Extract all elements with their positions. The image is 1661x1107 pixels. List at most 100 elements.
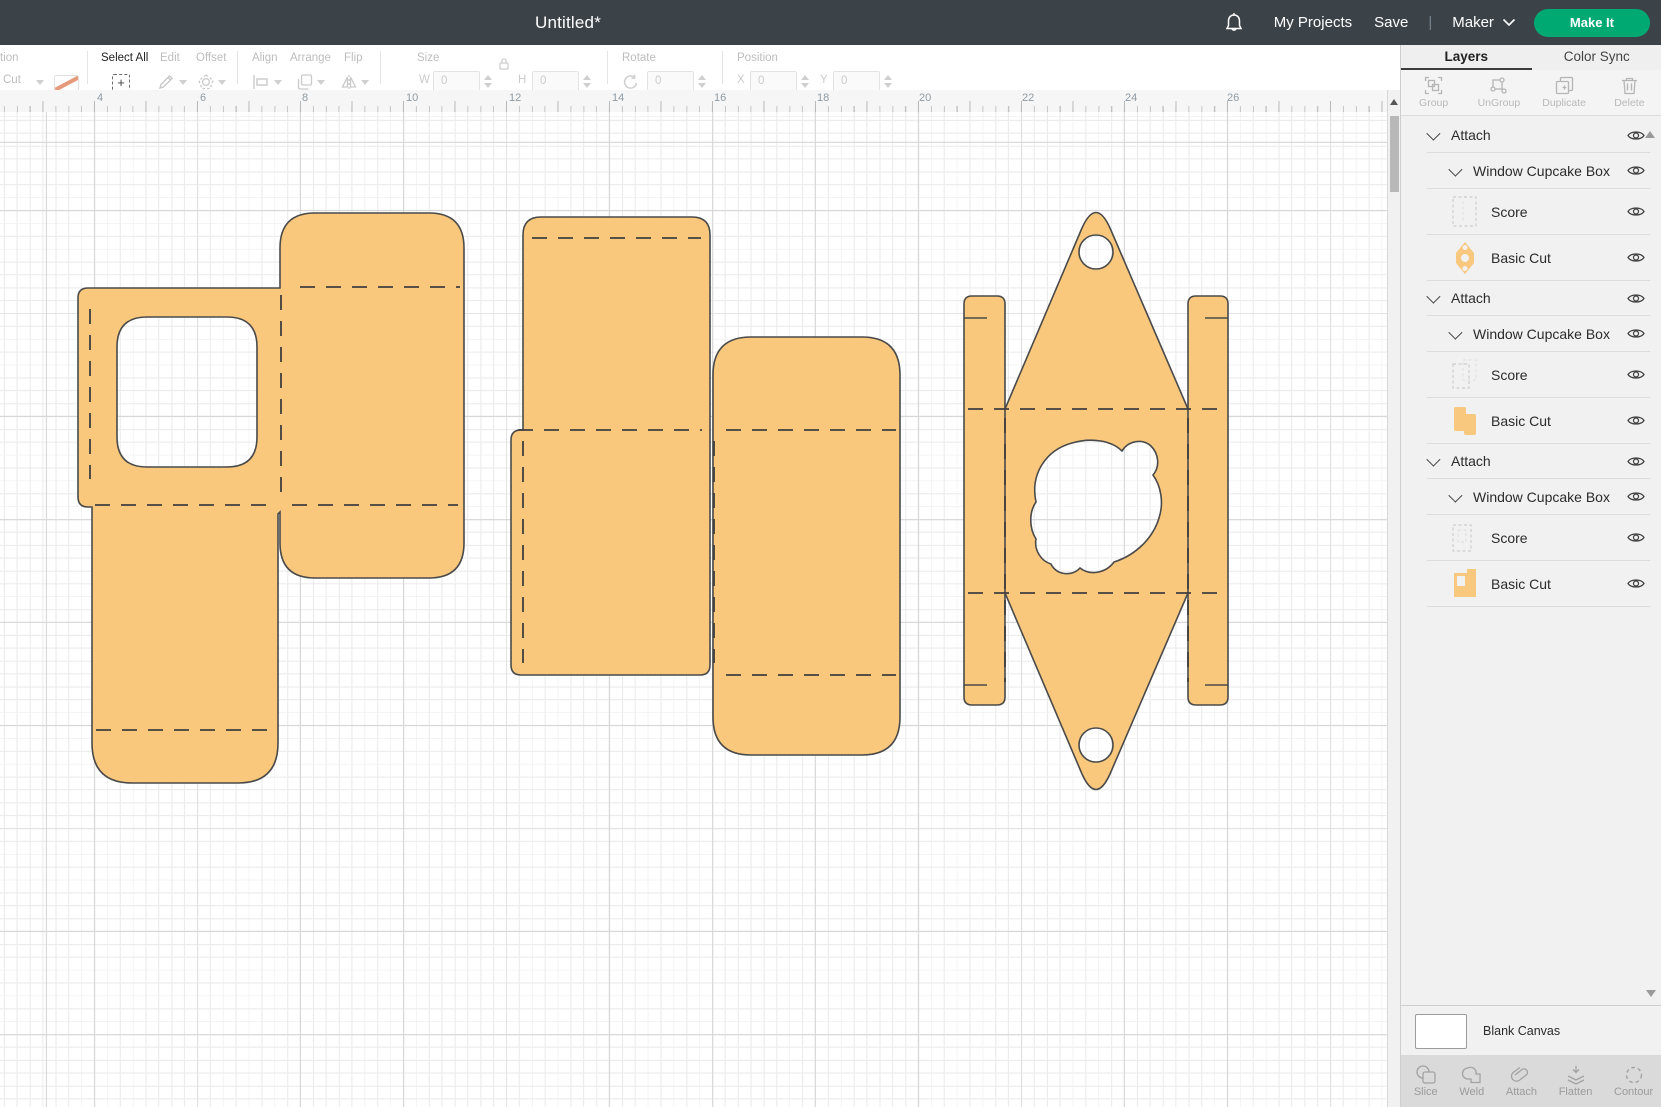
ungroup-button[interactable]: UnGroup [1466,70,1531,115]
tab-layers[interactable]: Layers [1401,45,1532,70]
x-stepper[interactable] [798,71,811,92]
scrollbar-handle[interactable] [1390,116,1399,192]
visibility-eye-icon[interactable] [1627,129,1645,142]
visibility-eye-icon[interactable] [1627,490,1645,503]
group-button[interactable]: Group [1401,70,1466,115]
arrange-label: Arrange [290,52,331,64]
ruler-number: 16 [714,92,726,104]
operation-color-swatch[interactable] [54,75,79,91]
ruler-number: 24 [1125,92,1137,104]
width-stepper[interactable] [481,71,494,92]
visibility-eye-icon[interactable] [1627,164,1645,177]
operation-dropdown[interactable]: Cut [3,74,21,86]
visibility-eye-icon[interactable] [1627,531,1645,544]
operation-caret-icon[interactable] [36,80,44,85]
duplicate-button[interactable]: Duplicate [1532,70,1597,115]
canvas-shape-window-cupcake-box-3[interactable] [964,213,1228,790]
height-stepper[interactable] [580,71,593,92]
item-row-label: Window Cupcake Box [1473,326,1610,342]
rotate-icon[interactable] [622,73,640,91]
width-input[interactable]: 0 [433,71,480,92]
height-input[interactable]: 0 [532,71,579,92]
weld-button[interactable]: Weld [1459,1065,1484,1098]
layer-basic-cut[interactable]: Basic Cut [1427,235,1650,281]
delete-button[interactable]: Delete [1597,70,1661,115]
canvas-shape-window-cupcake-box-2[interactable] [511,217,900,755]
attach-button[interactable]: Attach [1506,1065,1537,1098]
y-label: Y [820,74,828,86]
offset-icon[interactable] [197,73,215,91]
layer-item-window-cupcake-box[interactable]: Window Cupcake Box [1427,153,1650,189]
make-it-button[interactable]: Make It [1534,9,1650,37]
visibility-eye-icon[interactable] [1627,577,1645,590]
ruler-number: 12 [509,92,521,104]
scrollbar-up-arrow-icon[interactable] [1390,99,1398,105]
layer-basic-cut[interactable]: Basic Cut [1427,561,1650,607]
chevron-down-icon[interactable] [1448,325,1462,339]
layer-row-label: Basic Cut [1491,413,1551,429]
list-scroll-down-icon[interactable] [1646,990,1656,997]
contour-button[interactable]: Contour [1614,1065,1653,1098]
notifications-bell-icon[interactable] [1224,12,1244,34]
basic-cut-thumbnail [1451,567,1479,601]
layer-item-window-cupcake-box[interactable]: Window Cupcake Box [1427,479,1650,515]
chevron-down-icon[interactable] [1448,488,1462,502]
x-input[interactable]: 0 [750,71,797,92]
weld-label: Weld [1459,1086,1484,1098]
offset-label: Offset [196,52,226,64]
my-projects-link[interactable]: My Projects [1274,14,1352,31]
size-lock-icon[interactable] [497,57,511,71]
arrange-icon[interactable] [296,73,314,91]
save-link[interactable]: Save [1374,14,1408,31]
chevron-down-icon[interactable] [1448,162,1462,176]
design-canvas[interactable] [0,112,1387,1107]
visibility-eye-icon[interactable] [1627,327,1645,340]
slice-button[interactable]: Slice [1414,1065,1438,1098]
layer-score[interactable]: Score [1427,189,1650,235]
layer-score[interactable]: Score [1427,352,1650,398]
visibility-eye-icon[interactable] [1627,414,1645,427]
layers-list: Attach Window Cupcake Box [1401,115,1661,1005]
chevron-down-icon[interactable] [1426,127,1440,141]
layer-row-label: Score [1491,530,1528,546]
list-scroll-up-icon[interactable] [1645,131,1655,138]
canvas-shape-window-cupcake-box-1[interactable] [78,213,464,783]
layer-score[interactable]: Score [1427,515,1650,561]
visibility-eye-icon[interactable] [1627,292,1645,305]
layer-group-attach[interactable]: Attach [1427,281,1650,316]
rotate-input[interactable]: 0 [647,71,694,92]
visibility-eye-icon[interactable] [1627,205,1645,218]
rotate-stepper[interactable] [695,71,708,92]
y-input[interactable]: 0 [833,71,880,92]
flatten-button[interactable]: Flatten [1559,1065,1593,1098]
machine-selector[interactable]: Maker [1452,14,1494,31]
contour-icon [1623,1065,1645,1085]
attach-paperclip-icon [1509,1065,1533,1085]
horizontal-ruler: 4 6 8 10 12 14 16 18 20 22 24 26 [0,90,1387,113]
layer-basic-cut[interactable]: Basic Cut [1427,398,1650,444]
y-stepper[interactable] [881,71,894,92]
layer-item-window-cupcake-box[interactable]: Window Cupcake Box [1427,316,1650,352]
cricut-design-space-window: Untitled* My Projects Save | Maker Make … [0,0,1661,1107]
blank-canvas-row[interactable]: Blank Canvas [1401,1005,1661,1056]
visibility-eye-icon[interactable] [1627,251,1645,264]
chevron-down-icon[interactable] [1426,453,1440,467]
score-thumbnail [1451,358,1479,392]
tab-color-sync[interactable]: Color Sync [1532,45,1661,70]
visibility-eye-icon[interactable] [1627,455,1645,468]
score-thumbnail [1451,521,1479,555]
visibility-eye-icon[interactable] [1627,368,1645,381]
machine-chevron-down-icon[interactable] [1502,18,1516,27]
layer-group-attach[interactable]: Attach [1427,118,1650,153]
flip-icon[interactable] [340,73,358,91]
layer-group-attach[interactable]: Attach [1427,444,1650,479]
chevron-down-icon[interactable] [1426,290,1440,304]
group-row-label: Attach [1451,453,1491,469]
document-title[interactable]: Untitled* [535,13,601,33]
edit-pencil-icon[interactable] [157,73,175,91]
flatten-icon [1565,1065,1587,1085]
align-icon[interactable] [252,74,269,90]
canvas-vertical-scrollbar[interactable] [1387,90,1401,1107]
attach-label: Attach [1506,1086,1537,1098]
ruler-number: 14 [612,92,624,104]
